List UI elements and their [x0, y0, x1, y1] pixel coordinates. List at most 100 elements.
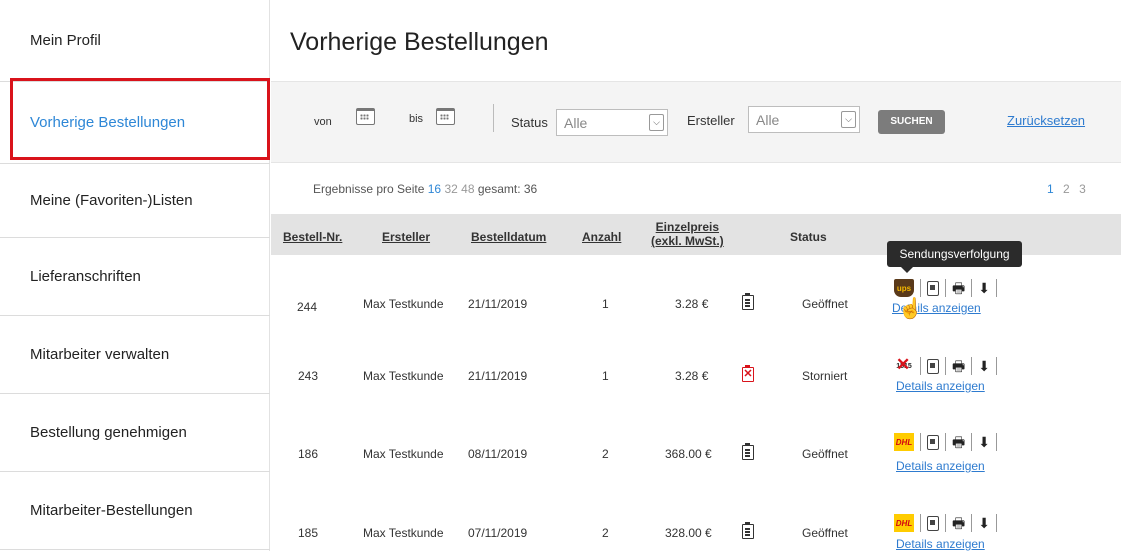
- mobile-icon[interactable]: [927, 358, 939, 374]
- sidebar-item-employee-orders[interactable]: Mitarbeiter-Bestellungen: [0, 472, 270, 550]
- divider: [945, 433, 946, 451]
- sidebar-item-label: Mitarbeiter-Bestellungen: [30, 502, 193, 519]
- order-price: 368.00 €: [665, 447, 712, 461]
- ups-tracking-icon[interactable]: ups: [894, 279, 914, 297]
- header-creator[interactable]: Ersteller: [382, 230, 430, 244]
- printer-icon[interactable]: 🖶: [952, 279, 965, 297]
- header-quantity[interactable]: Anzahl: [582, 230, 621, 244]
- page-link-2[interactable]: 2: [1063, 182, 1070, 196]
- divider: [995, 433, 997, 451]
- table-row: 186 Max Testkunde 08/11/2019 2 368.00 € …: [271, 431, 1121, 509]
- per-page-option-48[interactable]: 48: [461, 182, 474, 196]
- order-quantity: 2: [602, 526, 609, 540]
- header-unit-price-line2: (exkl. MwSt.): [651, 234, 724, 248]
- divider: [971, 433, 973, 451]
- order-quantity: 1: [602, 297, 609, 311]
- sidebar-item-label: Meine (Favoriten-)Listen: [30, 192, 193, 209]
- mobile-icon[interactable]: [927, 434, 939, 450]
- divider: [493, 104, 494, 132]
- order-status: Geöffnet: [802, 297, 848, 311]
- order-creator: Max Testkunde: [363, 526, 444, 540]
- search-button[interactable]: SUCHEN: [878, 110, 945, 134]
- details-link[interactable]: Details anzeigen: [896, 537, 985, 551]
- mobile-icon[interactable]: [927, 280, 939, 296]
- divider: [945, 514, 946, 532]
- divider: [995, 514, 997, 532]
- status-select[interactable]: Alle ⌵: [556, 109, 668, 136]
- sidebar-item-profile[interactable]: Mein Profil: [0, 0, 270, 82]
- page-title: Vorherige Bestellungen: [290, 28, 549, 56]
- printer-icon[interactable]: 🖶: [952, 433, 965, 451]
- divider: [995, 357, 997, 375]
- sidebar-item-label: Lieferanschriften: [30, 268, 141, 285]
- row-actions: DHL 🖶 ⬇: [894, 512, 1003, 534]
- download-icon[interactable]: ⬇: [978, 514, 990, 532]
- sidebar-item-label: Mitarbeiter verwalten: [30, 346, 170, 363]
- download-icon[interactable]: ⬇: [978, 279, 990, 297]
- dhl-tracking-icon[interactable]: DHL: [894, 433, 914, 451]
- divider: [971, 514, 973, 532]
- dhl-tracking-icon[interactable]: DHL: [894, 514, 914, 532]
- order-date: 07/11/2019: [468, 526, 528, 540]
- order-price: 3.28 €: [675, 297, 709, 311]
- download-icon[interactable]: ⬇: [978, 357, 990, 375]
- document-icon[interactable]: [742, 443, 754, 460]
- order-creator: Max Testkunde: [363, 369, 444, 383]
- table-row: 243 Max Testkunde 21/11/2019 1 3.28 € ✕ …: [271, 355, 1121, 433]
- sidebar-item-lists[interactable]: Meine (Favoriten-)Listen: [0, 164, 270, 238]
- mobile-icon[interactable]: [927, 515, 939, 531]
- row-actions: 1515 🖶 ⬇: [894, 355, 1003, 377]
- order-quantity: 1: [602, 369, 609, 383]
- sidebar-item-label: Bestellung genehmigen: [30, 424, 187, 441]
- order-date: 08/11/2019: [468, 447, 528, 461]
- table-row: 244 Max Testkunde 21/11/2019 1 3.28 € Ge…: [271, 277, 1121, 355]
- header-order-no[interactable]: Bestell-Nr.: [283, 230, 342, 244]
- divider: [920, 433, 921, 451]
- hand-cursor-icon: ☝: [898, 298, 923, 320]
- sidebar-item-label: Mein Profil: [30, 32, 101, 49]
- order-price: 328.00 €: [665, 526, 712, 540]
- per-page-option-16[interactable]: 16: [428, 182, 441, 196]
- total-count: gesamt: 36: [477, 182, 538, 196]
- filter-bar: von bis Status Alle ⌵ Ersteller Alle ⌵ S…: [271, 81, 1121, 163]
- divider: [920, 357, 921, 375]
- status-label: Status: [511, 115, 548, 130]
- details-link[interactable]: Details anzeigen: [896, 379, 985, 393]
- details-link[interactable]: Details anzeigen: [896, 459, 985, 473]
- sidebar-item-employees[interactable]: Mitarbeiter verwalten: [0, 316, 270, 394]
- pagination: 1 2 3: [1041, 182, 1086, 196]
- per-page-label: Ergebnisse pro Seite: [313, 182, 425, 196]
- document-icon[interactable]: [742, 522, 754, 539]
- header-date[interactable]: Bestelldatum: [471, 230, 546, 244]
- download-icon[interactable]: ⬇: [978, 433, 990, 451]
- chevron-down-icon: ⌵: [649, 114, 664, 131]
- divider: [920, 279, 921, 297]
- page-link-1[interactable]: 1: [1047, 182, 1054, 196]
- document-icon[interactable]: [742, 293, 754, 310]
- order-creator: Max Testkunde: [363, 297, 444, 311]
- results-per-page: Ergebnisse pro Seite 16 32 48 gesamt: 36: [313, 182, 537, 196]
- page-link-3[interactable]: 3: [1079, 182, 1086, 196]
- sidebar-item-approve-orders[interactable]: Bestellung genehmigen: [0, 394, 270, 472]
- order-quantity: 2: [602, 447, 609, 461]
- printer-icon[interactable]: 🖶: [952, 357, 965, 375]
- creator-select[interactable]: Alle ⌵: [748, 106, 860, 133]
- header-unit-price[interactable]: Einzelpreis (exkl. MwSt.): [651, 220, 724, 248]
- order-status: Geöffnet: [802, 526, 848, 540]
- status-select-value: Alle: [564, 115, 588, 131]
- app: Mein Profil Vorherige Bestellungen Meine…: [0, 0, 1121, 551]
- order-number: 186: [298, 447, 319, 461]
- printer-icon[interactable]: 🖶: [952, 514, 965, 532]
- sidebar-item-addresses[interactable]: Lieferanschriften: [0, 238, 270, 316]
- per-page-option-32[interactable]: 32: [444, 182, 457, 196]
- divider: [971, 357, 973, 375]
- header-unit-price-line1: Einzelpreis: [655, 220, 720, 234]
- calendar-icon[interactable]: [356, 108, 375, 125]
- calendar-icon[interactable]: [436, 108, 455, 125]
- divider: [995, 279, 997, 297]
- reset-link[interactable]: Zurücksetzen: [1007, 113, 1085, 128]
- dhl-tracking-unavailable-icon[interactable]: 1515: [894, 355, 914, 375]
- order-status: Storniert: [802, 369, 848, 383]
- cancelled-document-icon[interactable]: ✕: [742, 365, 754, 382]
- to-label: bis: [409, 113, 424, 125]
